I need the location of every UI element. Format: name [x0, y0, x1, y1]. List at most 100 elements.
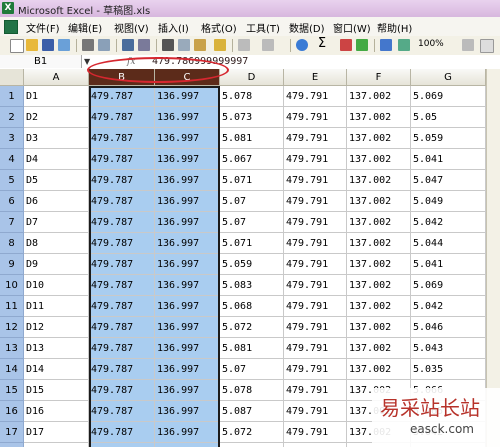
- menu-window[interactable]: 窗口(W): [333, 20, 371, 35]
- row-header[interactable]: 5: [0, 170, 24, 191]
- cell-e18[interactable]: 479.791: [284, 443, 347, 447]
- cell-a10[interactable]: D10: [24, 275, 89, 296]
- row-header[interactable]: 3: [0, 128, 24, 149]
- column-header-f[interactable]: F: [347, 69, 411, 86]
- cell-d12[interactable]: 5.072: [220, 317, 284, 338]
- cell-e17[interactable]: 479.791: [284, 422, 347, 443]
- cell-f7[interactable]: 137.002: [347, 212, 411, 233]
- cell-e15[interactable]: 479.791: [284, 380, 347, 401]
- cell-c13[interactable]: 136.997: [155, 338, 220, 359]
- cell-d7[interactable]: 5.07: [220, 212, 284, 233]
- cell-f8[interactable]: 137.002: [347, 233, 411, 254]
- new-icon[interactable]: [10, 39, 24, 53]
- cell-a8[interactable]: D8: [24, 233, 89, 254]
- cell-c18[interactable]: 136.997: [155, 443, 220, 447]
- row-header[interactable]: 8: [0, 233, 24, 254]
- cell-b12[interactable]: 479.787: [89, 317, 155, 338]
- cell-b14[interactable]: 479.787: [89, 359, 155, 380]
- cell-e8[interactable]: 479.791: [284, 233, 347, 254]
- cell-b11[interactable]: 479.787: [89, 296, 155, 317]
- print-icon[interactable]: [82, 39, 94, 51]
- cell-c5[interactable]: 136.997: [155, 170, 220, 191]
- menu-help[interactable]: 帮助(H): [377, 20, 412, 35]
- cell-a7[interactable]: D7: [24, 212, 89, 233]
- cell-a13[interactable]: D13: [24, 338, 89, 359]
- cell-g3[interactable]: 5.059: [411, 128, 486, 149]
- cell-d14[interactable]: 5.07: [220, 359, 284, 380]
- cell-c16[interactable]: 136.997: [155, 401, 220, 422]
- menu-tools[interactable]: 工具(T): [246, 20, 280, 35]
- row-header[interactable]: 14: [0, 359, 24, 380]
- column-header-c[interactable]: C: [155, 69, 220, 86]
- cell-c11[interactable]: 136.997: [155, 296, 220, 317]
- cell-d15[interactable]: 5.078: [220, 380, 284, 401]
- select-all-corner[interactable]: [0, 69, 24, 86]
- cell-b18[interactable]: 479.787: [89, 443, 155, 447]
- copy-icon[interactable]: [178, 39, 190, 51]
- cell-f6[interactable]: 137.002: [347, 191, 411, 212]
- cell-d17[interactable]: 5.072: [220, 422, 284, 443]
- cell-e2[interactable]: 479.791: [284, 107, 347, 128]
- cell-a12[interactable]: D12: [24, 317, 89, 338]
- cell-e13[interactable]: 479.791: [284, 338, 347, 359]
- cell-e7[interactable]: 479.791: [284, 212, 347, 233]
- cell-g13[interactable]: 5.043: [411, 338, 486, 359]
- cell-c12[interactable]: 136.997: [155, 317, 220, 338]
- cell-e12[interactable]: 479.791: [284, 317, 347, 338]
- row-header[interactable]: 4: [0, 149, 24, 170]
- sort-descending-icon[interactable]: [356, 39, 368, 51]
- cell-d16[interactable]: 5.087: [220, 401, 284, 422]
- permission-icon[interactable]: [58, 39, 70, 51]
- cell-e3[interactable]: 479.791: [284, 128, 347, 149]
- cell-a17[interactable]: D17: [24, 422, 89, 443]
- cell-c4[interactable]: 136.997: [155, 149, 220, 170]
- cell-a18[interactable]: D18: [24, 443, 89, 447]
- cell-c2[interactable]: 136.997: [155, 107, 220, 128]
- cell-a11[interactable]: D11: [24, 296, 89, 317]
- row-header[interactable]: 12: [0, 317, 24, 338]
- cell-a6[interactable]: D6: [24, 191, 89, 212]
- cell-g2[interactable]: 5.05: [411, 107, 486, 128]
- redo-icon[interactable]: [262, 39, 274, 51]
- cell-e5[interactable]: 479.791: [284, 170, 347, 191]
- cell-g11[interactable]: 5.042: [411, 296, 486, 317]
- row-header[interactable]: 1: [0, 86, 24, 107]
- cell-f13[interactable]: 137.002: [347, 338, 411, 359]
- excel-doc-icon[interactable]: [4, 20, 18, 34]
- cell-f9[interactable]: 137.002: [347, 254, 411, 275]
- menu-format[interactable]: 格式(O): [201, 20, 237, 35]
- column-header-b[interactable]: B: [89, 69, 155, 86]
- cell-c10[interactable]: 136.997: [155, 275, 220, 296]
- formula-input[interactable]: 479.786999999997: [152, 55, 248, 69]
- cell-e4[interactable]: 479.791: [284, 149, 347, 170]
- cell-f3[interactable]: 137.002: [347, 128, 411, 149]
- cell-d3[interactable]: 5.081: [220, 128, 284, 149]
- cell-f12[interactable]: 137.002: [347, 317, 411, 338]
- name-box[interactable]: B1: [0, 55, 82, 68]
- cell-e6[interactable]: 479.791: [284, 191, 347, 212]
- cell-f11[interactable]: 137.002: [347, 296, 411, 317]
- cell-b15[interactable]: 479.787: [89, 380, 155, 401]
- cell-d10[interactable]: 5.083: [220, 275, 284, 296]
- cell-a16[interactable]: D16: [24, 401, 89, 422]
- cell-e10[interactable]: 479.791: [284, 275, 347, 296]
- cell-a2[interactable]: D2: [24, 107, 89, 128]
- cell-b8[interactable]: 479.787: [89, 233, 155, 254]
- cell-f14[interactable]: 137.002: [347, 359, 411, 380]
- open-icon[interactable]: [26, 39, 38, 51]
- column-header-e[interactable]: E: [284, 69, 347, 86]
- row-header[interactable]: 10: [0, 275, 24, 296]
- cell-d4[interactable]: 5.067: [220, 149, 284, 170]
- cell-a5[interactable]: D5: [24, 170, 89, 191]
- help-icon[interactable]: [462, 39, 474, 51]
- zoom-select[interactable]: 100%: [418, 39, 444, 49]
- cell-f2[interactable]: 137.002: [347, 107, 411, 128]
- cell-c6[interactable]: 136.997: [155, 191, 220, 212]
- cell-d1[interactable]: 5.078: [220, 86, 284, 107]
- row-header[interactable]: 2: [0, 107, 24, 128]
- cell-c7[interactable]: 136.997: [155, 212, 220, 233]
- cell-d2[interactable]: 5.073: [220, 107, 284, 128]
- cell-a4[interactable]: D4: [24, 149, 89, 170]
- spelling-icon[interactable]: [122, 39, 134, 51]
- cell-b1[interactable]: 479.787: [89, 86, 155, 107]
